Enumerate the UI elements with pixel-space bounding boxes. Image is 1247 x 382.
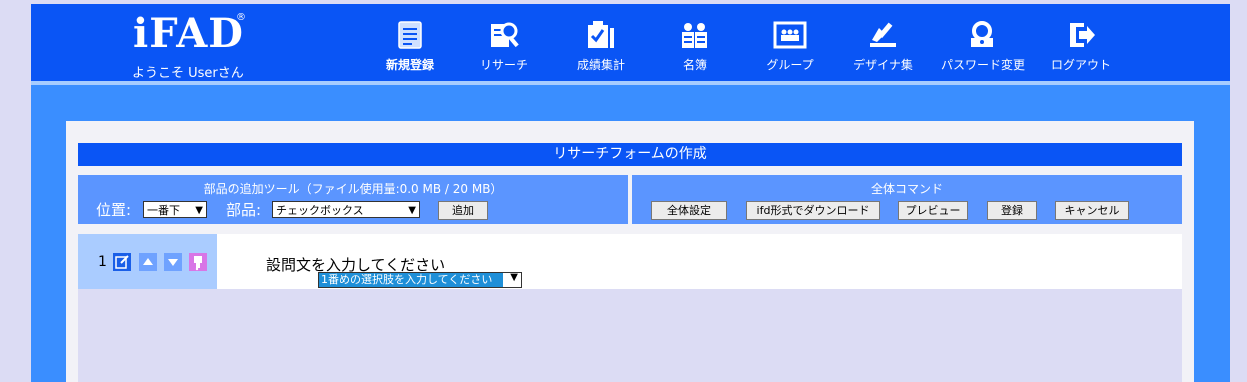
nav-grade-tally[interactable]: 成績集計	[555, 20, 647, 73]
app-frame: iFAD ® ようこそ Userさん 新規登録 リサーチ 成績集計 名簿 グルー…	[31, 4, 1230, 382]
delete-icon[interactable]	[189, 253, 207, 271]
nav-label: パスワード変更	[940, 58, 1025, 72]
header-divider	[31, 81, 1230, 85]
chevron-down-icon: ▼	[510, 272, 518, 283]
nav-password-change[interactable]: パスワード変更	[937, 20, 1029, 73]
move-down-icon[interactable]	[164, 253, 182, 271]
nav-designer[interactable]: デザイナ集	[837, 20, 929, 73]
global-settings-button[interactable]: 全体設定	[651, 201, 727, 220]
roster-icon	[682, 23, 707, 48]
nav-group[interactable]: グループ	[744, 20, 836, 73]
register-button[interactable]: 登録	[987, 201, 1037, 220]
global-commands-box: 全体コマンド 全体設定 ifd形式でダウンロード プレビュー 登録 キャンセル	[632, 175, 1182, 224]
form-content-area	[78, 289, 1182, 382]
part-select[interactable]: チェックボックス ▼	[272, 201, 420, 218]
group-icon	[773, 21, 807, 49]
add-part-button[interactable]: 追加	[438, 201, 488, 220]
new-document-icon	[398, 21, 422, 49]
position-select-value: 一番下	[147, 204, 180, 217]
position-select[interactable]: 一番下 ▼	[143, 201, 207, 218]
cancel-button[interactable]: キャンセル	[1055, 201, 1129, 220]
nav-label: ログアウト	[1050, 58, 1111, 72]
question-row: 1 設問文を入力してください 1番めの選択肢を入力してください ▼	[78, 234, 1182, 289]
nav-label: リサーチ	[479, 58, 528, 72]
parts-tool-box: 部品の追加ツール（ファイル使用量:0.0 MB / 20 MB） 位置: 一番下…	[78, 175, 628, 224]
form-title: リサーチフォームの作成	[78, 143, 1182, 166]
grade-tally-icon	[588, 21, 614, 48]
nav-label: 新規登録	[385, 58, 434, 72]
move-up-icon[interactable]	[139, 253, 157, 271]
research-icon	[491, 22, 519, 48]
chevron-down-icon: ▼	[195, 205, 203, 216]
header-bar: iFAD ® ようこそ Userさん 新規登録 リサーチ 成績集計 名簿 グルー…	[31, 4, 1230, 81]
download-ifd-button[interactable]: ifd形式でダウンロード	[746, 201, 880, 220]
nav-label: 成績集計	[576, 58, 625, 72]
choice-select-value: 1番めの選択肢を入力してください	[319, 273, 503, 287]
nav-label: デザイナ集	[853, 58, 913, 72]
logout-icon	[1070, 23, 1095, 47]
position-label: 位置:	[96, 201, 132, 219]
choice-select[interactable]: 1番めの選択肢を入力してください ▼	[318, 272, 522, 288]
question-controls: 1	[78, 234, 217, 289]
password-change-icon	[971, 21, 993, 47]
parts-tool-title: 部品の追加ツール（ファイル使用量:0.0 MB / 20 MB）	[203, 182, 503, 196]
question-number: 1	[98, 254, 107, 270]
nav-logout[interactable]: ログアウト	[1035, 20, 1127, 73]
logo-registered-mark: ®	[236, 12, 246, 23]
chevron-down-icon: ▼	[408, 205, 416, 216]
preview-button[interactable]: プレビュー	[898, 201, 968, 220]
edit-icon[interactable]	[113, 253, 131, 271]
nav-roster[interactable]: 名簿	[649, 20, 741, 73]
main-panel: リサーチフォームの作成 部品の追加ツール（ファイル使用量:0.0 MB / 20…	[66, 121, 1194, 382]
welcome-text: ようこそ Userさん	[132, 66, 244, 81]
part-select-value: チェックボックス	[276, 204, 364, 217]
nav-new-registration[interactable]: 新規登録	[364, 20, 456, 73]
global-commands-title: 全体コマンド	[870, 182, 943, 196]
part-label: 部品:	[226, 201, 262, 219]
logo[interactable]: iFAD	[133, 10, 244, 58]
nav-research[interactable]: リサーチ	[458, 20, 550, 73]
nav-label: グループ	[766, 58, 814, 72]
nav-label: 名簿	[682, 58, 707, 72]
designer-icon	[870, 22, 896, 47]
